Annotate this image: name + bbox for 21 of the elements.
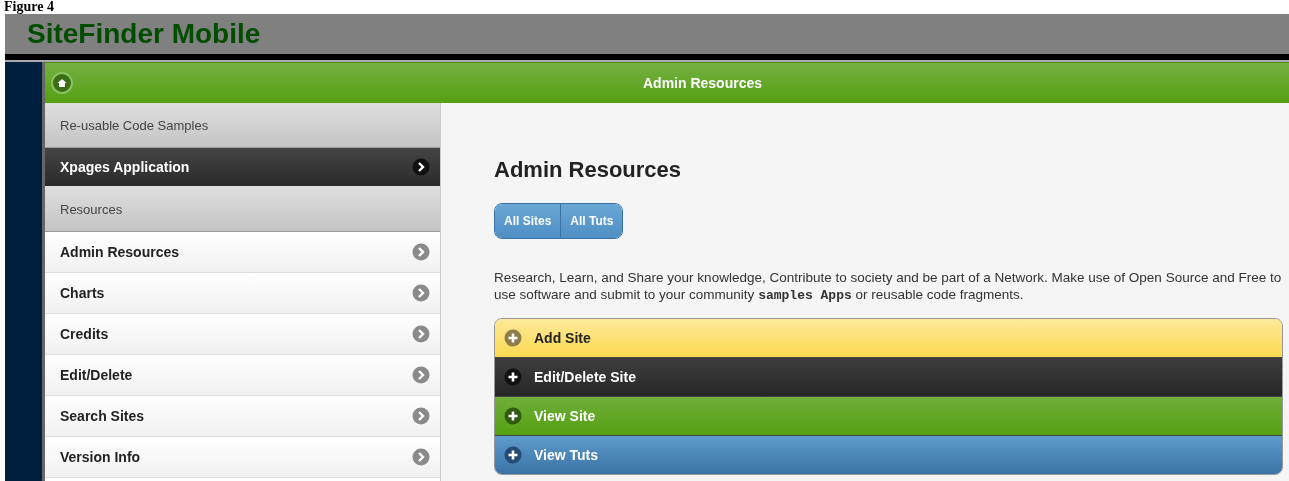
collapsible-header[interactable]: Add Site	[495, 319, 1282, 358]
plus-icon	[504, 446, 522, 464]
chevron-icon	[412, 243, 430, 261]
chevron-icon	[412, 366, 430, 384]
home-icon[interactable]	[51, 72, 73, 94]
figure-caption: Figure 4	[3, 0, 55, 14]
collapsible-header[interactable]: View Tuts	[495, 436, 1282, 474]
page-heading: Admin Resources	[494, 157, 683, 183]
chevron-icon	[412, 158, 430, 176]
header-title: Admin Resources	[643, 75, 763, 91]
chevron-icon	[412, 325, 430, 343]
chevron-icon	[412, 284, 430, 302]
plus-icon	[504, 407, 522, 425]
app-title: SiteFinder Mobile	[27, 18, 261, 50]
chevron-icon	[412, 448, 430, 466]
plus-icon	[504, 368, 522, 386]
description-text: Research, Learn, and Share your knowledge, Contribute to society and be part of a Network. Make use of Open Source and Free to use software and submit to your community samples Apps or reusable code fragments.	[494, 269, 1283, 304]
collapsible-header[interactable]: Edit/Delete Site	[495, 358, 1282, 397]
plus-icon	[504, 329, 522, 347]
sidebar-item[interactable]: Xpages Application	[45, 148, 440, 187]
chevron-icon	[412, 407, 430, 425]
